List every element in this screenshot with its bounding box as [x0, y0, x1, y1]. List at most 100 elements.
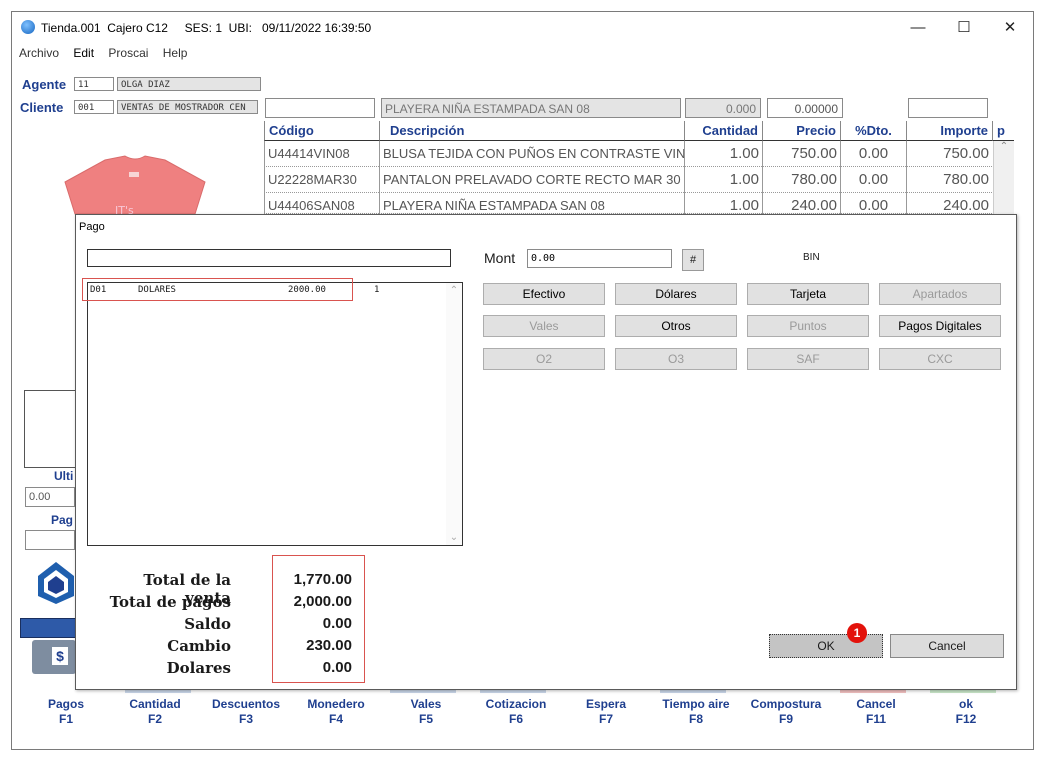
fkey-key: F5: [418, 712, 433, 726]
left-blue-bar: [20, 618, 78, 638]
cliente-code-field[interactable]: 001: [74, 100, 114, 114]
otros-button[interactable]: Otros: [615, 315, 737, 337]
ulti-label: Ulti: [54, 469, 74, 483]
fkey-label: Cancel: [856, 697, 896, 711]
col-importe: Importe: [906, 121, 992, 141]
fkey-key: F6: [508, 712, 523, 726]
tarjeta-button[interactable]: Tarjeta: [747, 283, 869, 305]
total-pagos-label: Total de pagos: [109, 593, 231, 611]
pag-label: Pag: [51, 513, 74, 527]
fkey-cantidad[interactable]: Cantidad F2: [115, 697, 195, 727]
col-codigo: Código: [264, 121, 379, 141]
row-code: U44414VIN08: [264, 141, 379, 167]
menu-archivo[interactable]: Archivo: [19, 46, 59, 60]
saf-button[interactable]: SAF: [747, 348, 869, 370]
hash-button[interactable]: #: [682, 249, 704, 271]
fkey-label: Pagos: [47, 697, 84, 711]
fkey-label: Espera: [585, 697, 627, 711]
efectivo-button[interactable]: Efectivo: [483, 283, 605, 305]
fkey-compostura[interactable]: Compostura F9: [746, 697, 826, 727]
o3-button[interactable]: O3: [615, 348, 737, 370]
row-price: 240.00: [762, 193, 840, 214]
left-preview-box: [24, 390, 78, 468]
product-image: IT's: [55, 152, 215, 217]
row-description: BLUSA TEJIDA CON PUÑOS EN CONTRASTE VIN …: [379, 141, 684, 167]
fkey-key: F7: [598, 712, 613, 726]
total-venta-value: 1,770.00: [293, 571, 352, 588]
payments-list-scrollbar[interactable]: ⌃ ⌄: [446, 283, 462, 545]
apartados-button[interactable]: Apartados: [879, 283, 1001, 305]
dolares-label: Dolares: [166, 659, 231, 677]
pag-field[interactable]: [25, 530, 75, 550]
row-price: 780.00: [762, 167, 840, 193]
fkey-label: Monedero: [307, 697, 365, 711]
mont-input[interactable]: 0.00: [527, 249, 672, 268]
item-description-field: PLAYERA NIÑA ESTAMPADA SAN 08: [381, 98, 681, 118]
dollar-button[interactable]: $: [32, 640, 76, 674]
cambio-value: 230.00: [306, 637, 352, 654]
cambio-label: Cambio: [167, 637, 231, 655]
menu-proscai[interactable]: Proscai: [108, 46, 148, 60]
fkey-label: ok: [958, 697, 973, 711]
col-p: p: [992, 121, 1014, 141]
agente-name-field: OLGA DIAZ: [117, 77, 261, 91]
col-descripcion: Descripción: [379, 121, 684, 141]
puntos-button[interactable]: Puntos: [747, 315, 869, 337]
dolares-button[interactable]: Dólares: [615, 283, 737, 305]
item-code-input[interactable]: [265, 98, 375, 118]
fkey-espera[interactable]: Espera F7: [566, 697, 646, 727]
row-price: 750.00: [762, 141, 840, 167]
payments-list[interactable]: ⌃ ⌄ D01 DOLARES 2000.00 1: [87, 282, 463, 546]
cancel-button[interactable]: Cancel: [890, 634, 1004, 658]
scroll-up-icon[interactable]: ⌃: [446, 285, 462, 296]
row-dto: 0.00: [840, 141, 906, 167]
fkey-pagos[interactable]: Pagos F1: [26, 697, 106, 727]
ulti-value-field[interactable]: 0.00: [25, 487, 75, 507]
item-qty-field: 0.000: [685, 98, 761, 118]
bin-label: BIN: [803, 252, 820, 263]
cliente-name-field: VENTAS DE MOSTRADOR CEN: [117, 100, 258, 114]
dolares-value: 0.00: [322, 659, 352, 676]
fkey-cotizacion[interactable]: Cotizacion F6: [476, 697, 556, 727]
fkey-cancel[interactable]: Cancel F11: [836, 697, 916, 727]
fkey-label: Vales: [410, 697, 442, 711]
saldo-label: Saldo: [184, 615, 231, 633]
fkey-descuentos[interactable]: Descuentos F3: [206, 697, 286, 727]
fkey-key: F12: [955, 712, 977, 726]
fkey-key: F4: [328, 712, 343, 726]
ok-button[interactable]: OK: [769, 634, 883, 658]
window-title: Tienda.001 Cajero C12 SES: 1 UBI: 09/11/…: [41, 21, 372, 35]
menu-help[interactable]: Help: [163, 46, 188, 60]
fkey-tiempo-aire[interactable]: Tiempo aire F8: [656, 697, 736, 727]
col-dto: %Dto.: [840, 121, 906, 141]
fkey-label: Tiempo aire: [662, 697, 730, 711]
payment-search-input[interactable]: [87, 249, 451, 267]
fkey-ok[interactable]: ok F12: [926, 697, 1006, 727]
row-dto: 0.00: [840, 167, 906, 193]
row-code: U44406SAN08: [264, 193, 379, 214]
pagos-digitales-button[interactable]: Pagos Digitales: [879, 315, 1001, 337]
fkey-monedero[interactable]: Monedero F4: [296, 697, 376, 727]
fkey-vales[interactable]: Vales F5: [386, 697, 466, 727]
maximize-button[interactable]: ☐: [941, 14, 987, 42]
minimize-button[interactable]: —: [895, 14, 941, 42]
row-importe: 780.00: [906, 167, 992, 193]
grid-scrollbar[interactable]: ⌃: [993, 141, 1014, 214]
menu-edit[interactable]: Edit: [73, 46, 94, 60]
scroll-down-icon[interactable]: ⌄: [446, 532, 462, 543]
agente-label: Agente: [22, 77, 67, 92]
o2-button[interactable]: O2: [483, 348, 605, 370]
saldo-value: 0.00: [322, 615, 352, 632]
fkey-key: F8: [688, 712, 703, 726]
vales-button[interactable]: Vales: [483, 315, 605, 337]
close-button[interactable]: ✕: [987, 14, 1033, 42]
agente-code-field[interactable]: 11: [74, 77, 114, 91]
item-price-field[interactable]: 0.00000: [767, 98, 843, 118]
cxc-button[interactable]: CXC: [879, 348, 1001, 370]
col-precio: Precio: [762, 121, 840, 141]
fkey-label: Descuentos: [211, 697, 281, 711]
fkey-key: F1: [58, 712, 73, 726]
item-extra-field[interactable]: [908, 98, 988, 118]
total-pagos-value: 2,000.00: [293, 593, 352, 610]
row-dto: 0.00: [840, 193, 906, 214]
